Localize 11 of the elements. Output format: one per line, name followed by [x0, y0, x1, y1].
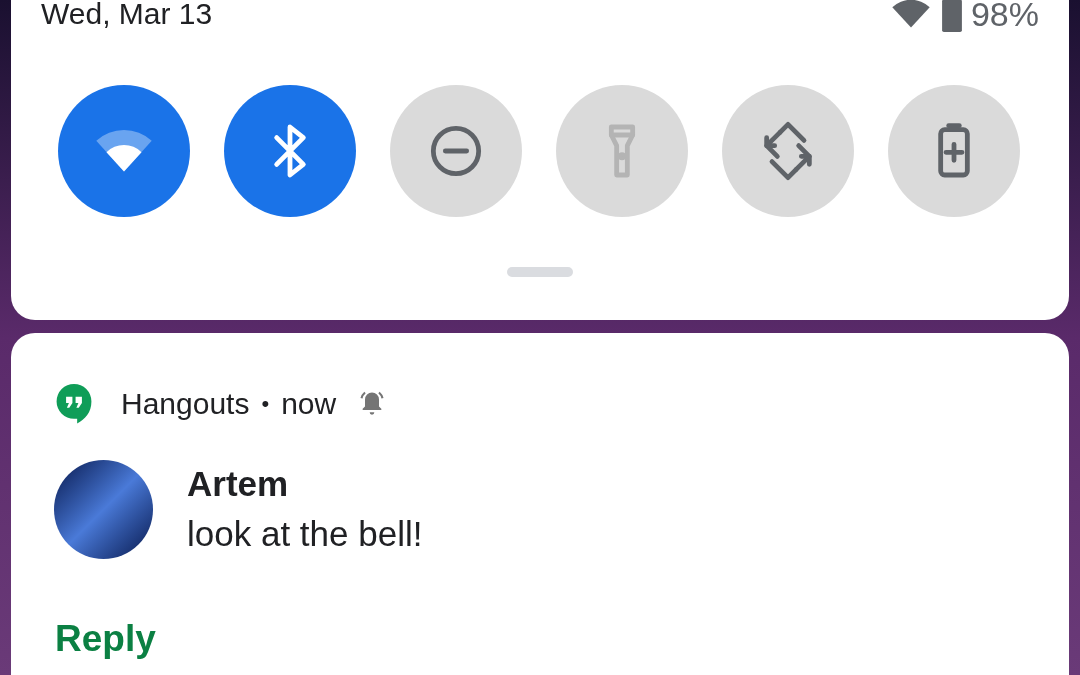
- timestamp: now: [281, 385, 337, 422]
- quote-bubble-icon: [55, 382, 93, 424]
- battery-icon: [940, 0, 963, 32]
- drag-handle[interactable]: [507, 267, 573, 277]
- sender-name: Artem: [187, 463, 290, 505]
- reply-button[interactable]: Reply: [55, 617, 156, 661]
- app-name: Hangouts: [121, 385, 250, 422]
- separator-dot: •: [261, 389, 270, 418]
- date-text: Wed, Mar 13: [41, 0, 213, 30]
- battery-percent: 98%: [970, 0, 1039, 32]
- message-text: look at the bell!: [187, 513, 423, 555]
